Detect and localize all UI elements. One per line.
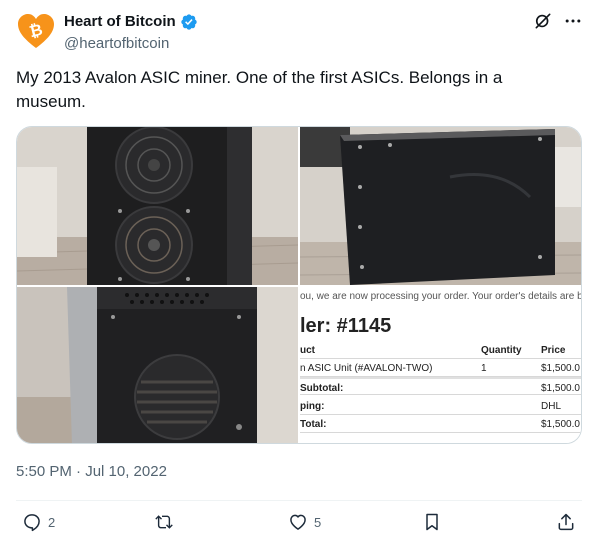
receipt-message: ou, we are now processing your order. Yo… [300,291,582,302]
heart-bitcoin-logo-icon: ₿ [18,14,54,48]
receipt-cell: Total: [300,419,327,430]
author-name[interactable]: Heart of Bitcoin [64,12,176,32]
reply-count: 2 [48,514,56,530]
receipt-row: Subtotal: $1,500.0 [300,377,581,395]
divider [16,500,582,501]
receipt-cell: Subtotal: [300,383,344,394]
repost-icon [155,515,173,529]
bookmark-button[interactable] [422,512,442,532]
receipt-cell: 1 [481,363,487,374]
receipt-cell: $1,500.0 [541,419,580,430]
receipt-header-quantity: Quantity [481,345,522,356]
miner-side-image [300,127,581,285]
photo-miner-fans[interactable] [17,127,298,285]
like-button[interactable]: 5 [288,512,321,532]
receipt-order-number: ler: #1145 [300,315,392,337]
grok-button[interactable] [532,10,554,32]
receipt-cell: $1,500.0 [541,383,580,394]
miner-fans-image [17,127,298,285]
receipt-cell: n ASIC Unit (#AVALON-TWO) [300,363,433,374]
tweet-top-actions [532,10,584,32]
photo-order-receipt[interactable]: ou, we are now processing your order. Yo… [300,287,582,443]
like-count: 5 [314,514,322,530]
reply-button[interactable]: 2 [22,512,55,532]
tweet-timestamp[interactable]: 5:50 PM · Jul 10, 2022 [16,463,167,480]
receipt-header-product: uct [300,345,315,356]
more-icon [565,19,581,23]
author-handle[interactable]: @heartofbitcoin [64,34,198,54]
photo-miner-vents[interactable] [17,287,298,443]
media-grid: ou, we are now processing your order. Yo… [16,126,582,444]
avatar[interactable]: ₿ [16,12,56,52]
receipt-row: n ASIC Unit (#AVALON-TWO) 1 $1,500.0 [300,359,581,377]
author-block: Heart of Bitcoin @heartofbitcoin [64,12,198,54]
receipt-row: Total: $1,500.0 [300,415,581,433]
heart-icon [290,514,306,530]
grok-icon [535,13,551,29]
more-button[interactable] [562,10,584,32]
share-button[interactable] [556,512,576,532]
share-icon [558,513,574,531]
reply-icon [24,514,40,532]
tweet-text: My 2013 Avalon ASIC miner. One of the fi… [16,68,503,111]
photo-miner-side[interactable] [300,127,581,285]
receipt-header-row: uct Quantity Price [300,341,581,359]
action-bar: 2 5 [16,512,582,536]
receipt-header-price: Price [541,345,566,356]
verified-badge-icon [181,14,197,30]
bookmark-icon [426,513,438,531]
receipt-cell: ping: [300,401,325,412]
receipt-cell: $1,500.0 [541,363,580,374]
receipt-row: ping: DHL [300,397,581,415]
miner-vents-image [17,287,298,443]
receipt-cell: DHL [541,401,562,412]
repost-button[interactable] [154,512,180,532]
